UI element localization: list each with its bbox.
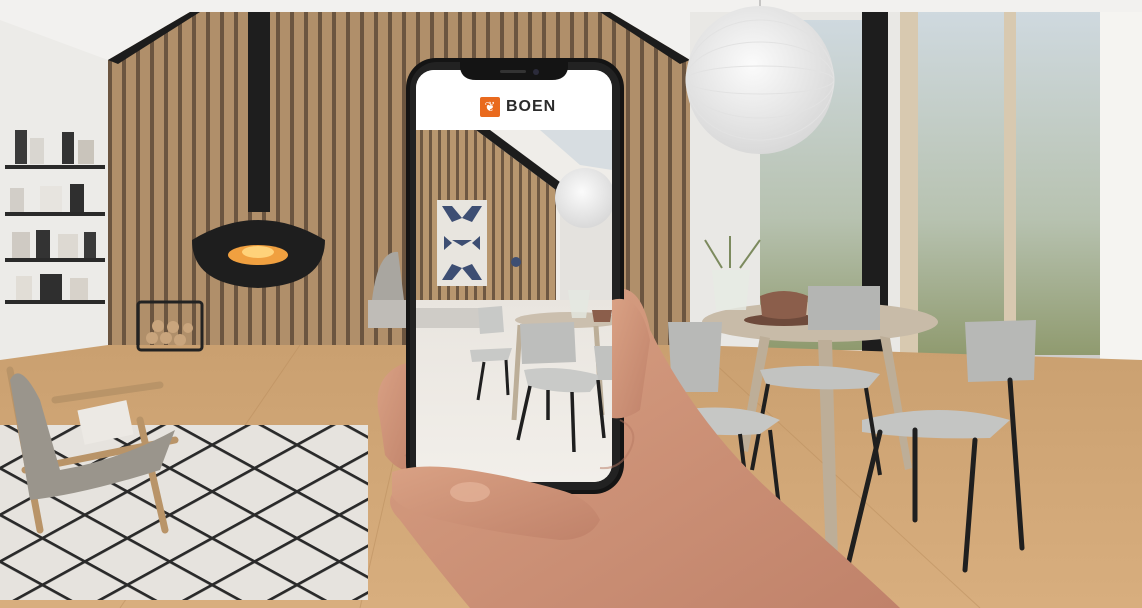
app-header-logo: ❦ BOEN	[480, 94, 556, 120]
smartphone	[406, 58, 624, 494]
interior-scene: ❦ BOEN	[0, 0, 1142, 608]
boen-leaf-icon: ❦	[480, 97, 500, 117]
room-illustration	[0, 0, 1142, 608]
brand-name: BOEN	[506, 98, 557, 115]
